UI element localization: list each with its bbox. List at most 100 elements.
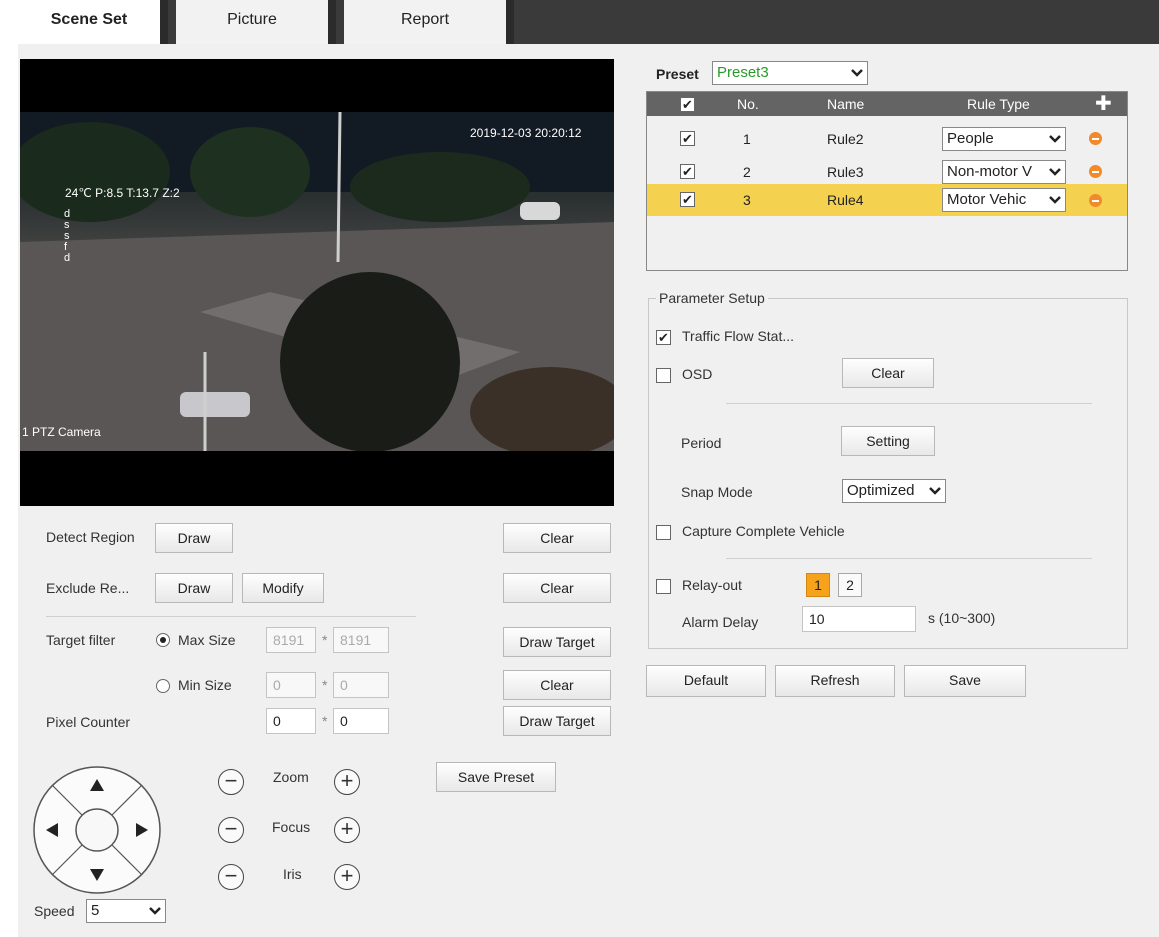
tab-picture[interactable]: Picture (176, 0, 336, 44)
default-button[interactable]: Default (646, 665, 766, 697)
table-row[interactable]: ✔ 2 Rule3 Non-motor V (647, 160, 1127, 184)
capture-complete-checkbox[interactable] (656, 525, 671, 540)
save-preset-button[interactable]: Save Preset (436, 762, 556, 792)
speed-select[interactable]: 5 (86, 899, 166, 923)
focus-label: Focus (272, 819, 311, 835)
speed-label: Speed (34, 903, 75, 919)
chevron-down-icon (1047, 189, 1063, 211)
iris-close-button[interactable]: − (218, 864, 244, 890)
divider (726, 558, 1092, 559)
max-height-input[interactable]: 8191 (333, 627, 389, 653)
exclude-region-clear-button[interactable]: Clear (503, 573, 611, 603)
speed-value: 5 (91, 902, 100, 919)
chevron-down-icon (849, 62, 865, 84)
select-all-checkbox[interactable]: ✔ (680, 97, 695, 112)
exclude-region-label: Exclude Re... (46, 580, 130, 596)
divider (46, 616, 416, 617)
zoom-label: Zoom (273, 769, 309, 785)
tab-scene-set[interactable]: Scene Set (18, 0, 168, 44)
preset-select[interactable]: Preset3 (712, 61, 868, 85)
alarm-delay-label: Alarm Delay (682, 614, 759, 630)
osd-checkbox[interactable] (656, 368, 671, 383)
rule-type-select[interactable]: Motor Vehic (942, 188, 1066, 212)
chevron-down-icon (1047, 128, 1063, 150)
refresh-button[interactable]: Refresh (775, 665, 895, 697)
rules-table-header: ✔ No. Name Rule Type ✚ (647, 92, 1127, 116)
capture-complete-label: Capture Complete Vehicle (682, 523, 845, 539)
zoom-in-button[interactable]: + (334, 769, 360, 795)
tab-bar: Scene Set Picture Report (18, 0, 1159, 44)
target-filter-label: Target filter (46, 632, 116, 648)
min-width-input[interactable]: 0 (266, 672, 316, 698)
osd-label: OSD (682, 366, 713, 382)
row-checkbox[interactable]: ✔ (680, 164, 695, 179)
row-no: 3 (743, 192, 751, 208)
scene-graphic (20, 112, 614, 451)
draw-target-button[interactable]: Draw Target (503, 627, 611, 657)
exclude-region-modify-button[interactable]: Modify (242, 573, 324, 603)
remove-rule-icon[interactable] (1089, 132, 1102, 145)
max-size-label: Max Size (178, 632, 236, 648)
row-no: 2 (743, 164, 751, 180)
alarm-delay-range: s (10~300) (928, 610, 996, 626)
video-scene (20, 112, 614, 451)
min-size-radio[interactable] (156, 679, 170, 693)
traffic-flow-checkbox[interactable]: ✔ (656, 330, 671, 345)
tab-report[interactable]: Report (344, 0, 514, 44)
pixel-width-input[interactable]: 0 (266, 708, 316, 734)
times-sign: * (322, 713, 328, 729)
rules-table: ✔ No. Name Rule Type ✚ ✔ 1 Rule2 People … (646, 91, 1128, 271)
row-name: Rule2 (827, 131, 864, 147)
row-checkbox[interactable]: ✔ (680, 131, 695, 146)
divider (726, 403, 1092, 404)
detect-region-clear-button[interactable]: Clear (503, 523, 611, 553)
pixel-draw-target-button[interactable]: Draw Target (503, 706, 611, 736)
header-name: Name (827, 96, 865, 112)
table-row-selected[interactable]: ✔ 3 Rule4 Motor Vehic (647, 184, 1127, 216)
preset-label: Preset (656, 66, 699, 82)
parameter-setup-legend: Parameter Setup (656, 290, 768, 306)
rule-type-select[interactable]: People (942, 127, 1066, 151)
header-rule-type: Rule Type (967, 96, 1030, 112)
pixel-height-input[interactable]: 0 (333, 708, 389, 734)
ptz-direction-pad[interactable] (32, 765, 162, 895)
min-size-label: Min Size (178, 677, 232, 693)
snap-mode-select[interactable]: Optimized (842, 479, 946, 503)
row-no: 1 (743, 131, 751, 147)
max-width-input[interactable]: 8191 (266, 627, 316, 653)
detect-region-draw-button[interactable]: Draw (155, 523, 233, 553)
focus-near-button[interactable]: − (218, 817, 244, 843)
remove-rule-icon[interactable] (1089, 194, 1102, 207)
add-rule-icon[interactable]: ✚ (1095, 92, 1112, 116)
rule-type-value: People (947, 130, 994, 147)
header-no: No. (737, 96, 759, 112)
parameter-setup-group (648, 298, 1128, 649)
video-osd-info: 24℃ P:8.5 T:13.7 Z:2 (65, 186, 180, 200)
relay-out-checkbox[interactable] (656, 579, 671, 594)
exclude-region-draw-button[interactable]: Draw (155, 573, 233, 603)
relay-2-button[interactable]: 2 (838, 573, 862, 597)
table-row[interactable]: ✔ 1 Rule2 People (647, 127, 1127, 151)
iris-open-button[interactable]: + (334, 864, 360, 890)
rule-type-select[interactable]: Non-motor V (942, 160, 1066, 184)
osd-clear-button[interactable]: Clear (842, 358, 934, 388)
detect-region-label: Detect Region (46, 529, 135, 545)
video-preview[interactable]: 2019-12-03 20:20:12 24℃ P:8.5 T:13.7 Z:2… (20, 59, 614, 506)
remove-rule-icon[interactable] (1089, 165, 1102, 178)
max-size-radio[interactable] (156, 633, 170, 647)
zoom-out-button[interactable]: − (218, 769, 244, 795)
focus-far-button[interactable]: + (334, 817, 360, 843)
times-sign: * (322, 677, 328, 693)
alarm-delay-input[interactable]: 10 (802, 606, 916, 632)
min-height-input[interactable]: 0 (333, 672, 389, 698)
period-label: Period (681, 435, 722, 451)
save-button[interactable]: Save (904, 665, 1026, 697)
target-filter-clear-button[interactable]: Clear (503, 670, 611, 700)
relay-out-label: Relay-out (682, 577, 742, 593)
times-sign: * (322, 632, 328, 648)
period-setting-button[interactable]: Setting (841, 426, 935, 456)
row-checkbox[interactable]: ✔ (680, 192, 695, 207)
relay-1-button[interactable]: 1 (806, 573, 830, 597)
snap-mode-label: Snap Mode (681, 484, 753, 500)
rule-type-value: Non-motor V (947, 163, 1033, 180)
